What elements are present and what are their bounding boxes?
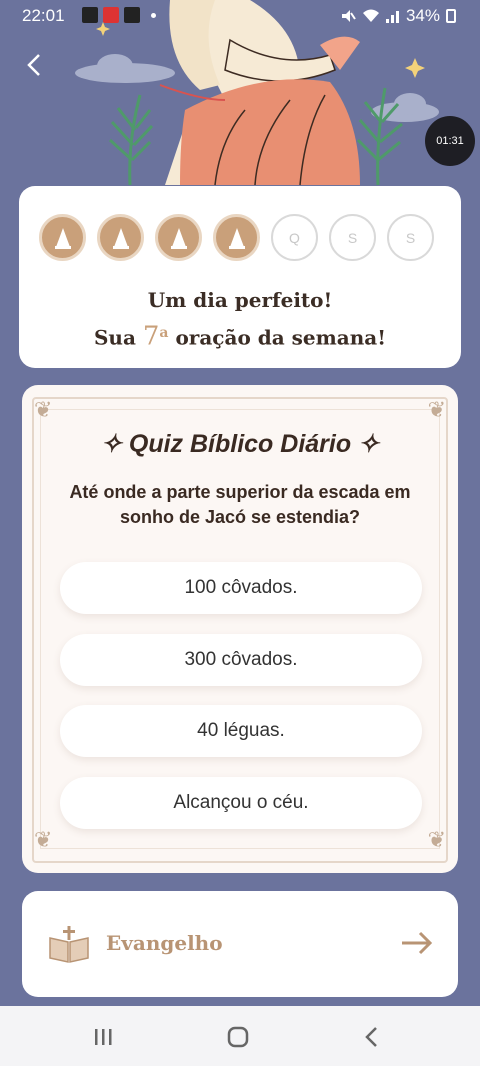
- status-time: 22:01: [22, 6, 65, 25]
- chevron-left-icon: [27, 54, 40, 76]
- ornament-bottom-right: ❦: [427, 827, 446, 852]
- praying-hands-icon: [112, 227, 129, 249]
- recent-apps-button[interactable]: [88, 1022, 118, 1052]
- day-indicator-2: [97, 214, 144, 261]
- prayer-count: 7: [142, 321, 160, 352]
- quiz-option-2[interactable]: 300 côvados.: [60, 634, 422, 686]
- battery-icon: [446, 9, 456, 23]
- day-letter: S: [347, 229, 358, 246]
- day-letter: Q: [289, 229, 300, 246]
- status-bar: 22:01 34%: [0, 0, 480, 32]
- day-letter: S: [405, 229, 416, 246]
- praying-hands-icon: [54, 227, 71, 249]
- wifi-icon: [362, 9, 379, 22]
- quiz-question: Até onde a parte superior da escada em s…: [69, 482, 411, 527]
- arrow-right-icon: [402, 931, 433, 955]
- ordinal-suffix: a: [159, 325, 169, 341]
- ornament-bottom-left: ❦: [34, 827, 53, 852]
- facebook-icon: [124, 7, 140, 23]
- notification-icons: [82, 7, 156, 23]
- back-nav-button[interactable]: [357, 1022, 387, 1052]
- timer-badge[interactable]: 01:31: [425, 116, 475, 166]
- battery-percent: 34%: [405, 6, 440, 25]
- home-button[interactable]: [223, 1022, 253, 1052]
- gospel-link-card[interactable]: Evangelho: [22, 891, 458, 997]
- streak-subline: Sua 7a oração da semana!: [93, 321, 387, 352]
- more-notifications-icon: [151, 12, 156, 18]
- sparkle-icon: ✧: [100, 430, 129, 458]
- day-indicator-7: S: [387, 214, 434, 261]
- day-indicator-4: [213, 214, 260, 261]
- quiz-option-1[interactable]: 100 côvados.: [60, 562, 422, 614]
- weekly-streak-card: Q S S Um dia perfeito! Sua 7a oração da se…: [19, 186, 461, 368]
- mute-icon: [341, 10, 356, 22]
- streak-message: Um dia perfeito! Sua 7a oração da semana…: [19, 284, 461, 355]
- day-indicator-5: Q: [271, 214, 318, 261]
- day-indicator-6: S: [329, 214, 376, 261]
- bible-icon: [49, 926, 89, 963]
- praying-hands-icon: [228, 227, 245, 249]
- signal-icon: [385, 11, 399, 23]
- daily-quiz-card: ❦ ❦ ❦ ❦ ✧ Quiz Bíblico Diário ✧ Até onde…: [22, 385, 458, 873]
- back-button[interactable]: [20, 50, 50, 80]
- praying-hands-icon: [170, 227, 187, 249]
- quiz-title: ✧ Quiz Bíblico Diário ✧: [100, 430, 380, 458]
- quiz-option-3[interactable]: 40 léguas.: [60, 705, 422, 757]
- week-days-row: QSS: [39, 214, 434, 261]
- system-icons: 34%: [340, 6, 456, 26]
- system-navigation-bar: [0, 1006, 480, 1066]
- streak-headline: Um dia perfeito!: [147, 288, 333, 312]
- sparkle-icon: ✧: [351, 430, 380, 458]
- app-notification-icon: [103, 7, 119, 23]
- day-indicator-1: [39, 214, 86, 261]
- gospel-label: Evangelho: [106, 931, 223, 955]
- quiz-option-4[interactable]: Alcançou o céu.: [60, 777, 422, 829]
- day-indicator-3: [155, 214, 202, 261]
- message-icon: [82, 7, 98, 23]
